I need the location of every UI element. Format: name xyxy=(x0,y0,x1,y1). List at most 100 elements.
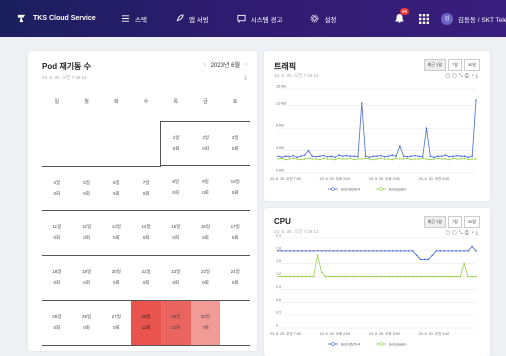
day-number: 2일 xyxy=(202,135,209,140)
day-number: 27일 xyxy=(111,314,121,319)
next-month-button[interactable]: › xyxy=(245,62,247,68)
calendar-week: 25일 0회 26일 0회 27일 0회 28일 11회 29일 22회 30일 7회 xyxy=(42,301,250,346)
data-point xyxy=(467,275,469,278)
calendar-day[interactable]: 29일 22회 xyxy=(160,301,191,345)
restart-count: 0회 xyxy=(172,190,180,195)
calendar-day[interactable]: 12일 0회 xyxy=(72,211,102,255)
y-tick-label: 0.9 xyxy=(276,285,281,289)
menu-item-app-serving[interactable]: 앱 서빙 xyxy=(175,14,209,24)
data-point xyxy=(459,155,462,157)
data-point xyxy=(320,271,323,274)
calendar-day[interactable]: 4일 0회 xyxy=(42,166,72,210)
menu-item-stack[interactable]: 스택 xyxy=(121,14,147,24)
calendar-day[interactable]: 22일 0회 xyxy=(161,256,191,300)
restart-count: 7회 xyxy=(202,325,209,330)
avatar[interactable]: 김 xyxy=(441,12,453,25)
data-point xyxy=(364,250,366,252)
month-label: 2023년 6월 xyxy=(210,63,240,69)
menu-item-settings[interactable]: 설정 xyxy=(310,14,336,24)
calendar-day[interactable]: 3일 0회 xyxy=(220,121,251,166)
data-point xyxy=(452,155,454,157)
calendar-day[interactable]: 2일 0회 xyxy=(190,121,221,166)
calendar-day[interactable]: 17일 0회 xyxy=(220,211,250,255)
data-point xyxy=(332,250,335,252)
legend-marker xyxy=(331,342,335,346)
day-number: 11일 xyxy=(52,224,62,229)
calendar-day[interactable]: 9일 0회 xyxy=(191,166,221,210)
calendar-day[interactable]: 18일 0회 xyxy=(42,256,72,300)
data-point xyxy=(427,275,430,278)
calendar-day[interactable]: 7일 0회 xyxy=(131,166,161,210)
data-point xyxy=(348,250,351,252)
day-number: 4일 xyxy=(53,180,61,185)
calendar-day[interactable]: 27일 0회 xyxy=(101,301,131,345)
calendar-day[interactable]: 24일 0회 xyxy=(220,256,250,300)
apps-grid-icon[interactable] xyxy=(419,13,429,24)
calendar-day[interactable]: 6일 0회 xyxy=(101,166,132,210)
calendar-day[interactable]: 1일 0회 xyxy=(160,121,191,166)
data-point xyxy=(421,157,424,160)
download-icon[interactable]: ⤓ xyxy=(244,75,247,82)
data-point xyxy=(402,155,405,157)
calendar-day[interactable]: 14일 0회 xyxy=(131,211,161,255)
data-point xyxy=(467,250,469,252)
prev-month-button[interactable]: ‹ xyxy=(204,62,206,68)
data-point xyxy=(297,275,299,278)
data-point xyxy=(440,158,443,160)
calendar-day[interactable]: 16일 0회 xyxy=(191,211,221,255)
calendar-day[interactable]: 30일 7회 xyxy=(190,301,221,345)
calendar-day[interactable]: 25일 0회 xyxy=(42,301,72,345)
day-number: 22일 xyxy=(171,269,181,274)
data-point xyxy=(463,157,466,160)
restart-count: 0회 xyxy=(202,280,209,285)
data-point xyxy=(435,275,438,278)
day-number: 6일 xyxy=(112,180,120,185)
calendar-empty xyxy=(220,301,250,345)
data-point xyxy=(372,275,374,278)
legend-marker xyxy=(331,187,335,191)
data-point xyxy=(307,149,310,152)
top-nav: TKS Cloud Service 스택 앱 서빙 시스템 경고 설정 99 김… xyxy=(0,0,506,37)
data-point xyxy=(467,156,470,159)
brand-logo[interactable]: TKS Cloud Service xyxy=(16,13,109,24)
data-point xyxy=(344,275,347,278)
calendar-day[interactable]: 28일 11회 xyxy=(131,301,161,345)
calendar-day[interactable]: 5일 0회 xyxy=(71,166,102,210)
menu-item-system-alert[interactable]: 시스템 경고 xyxy=(237,14,282,24)
x-tick-label: 23. 6. 29. 오후 2:00 xyxy=(320,176,351,181)
data-point xyxy=(316,250,319,252)
data-point xyxy=(475,275,477,278)
data-point xyxy=(388,275,390,278)
data-point xyxy=(368,275,370,278)
calendar-day[interactable]: 21일 0회 xyxy=(131,256,161,300)
y-tick-label: 0.6 xyxy=(276,298,281,302)
calendar-day[interactable]: 23일 0회 xyxy=(191,256,221,300)
calendar-day[interactable]: 8일 0회 xyxy=(161,166,191,210)
day-number: 20일 xyxy=(111,269,121,274)
calendar-day[interactable]: 10일 0회 xyxy=(220,166,250,210)
card-title: Pod 재기동 수 xyxy=(42,62,91,71)
x-tick-label: 23. 6. 30. 오전 4:00 xyxy=(419,176,450,181)
data-point xyxy=(475,99,477,101)
restart-count: 0회 xyxy=(112,325,120,330)
calendar-day[interactable]: 13일 0회 xyxy=(101,211,131,255)
data-point xyxy=(471,245,473,248)
calendar-day[interactable]: 26일 0회 xyxy=(72,301,102,345)
calendar-day[interactable]: 19일 0회 xyxy=(72,256,102,300)
notification-bell[interactable]: 99 xyxy=(394,8,410,24)
user-name[interactable]: 김동동 / SKT Telec xyxy=(458,14,506,24)
restart-count: 0회 xyxy=(112,280,120,285)
calendar-day[interactable]: 15일 0회 xyxy=(161,211,191,255)
data-point xyxy=(376,275,378,278)
calendar-day[interactable]: 11일 0회 xyxy=(42,211,72,255)
weekday-label: 일 xyxy=(54,99,60,105)
data-point xyxy=(406,155,409,158)
data-point xyxy=(364,275,366,278)
data-point xyxy=(427,258,430,261)
restart-count: 0회 xyxy=(53,280,61,285)
cpu-card: CPU 23. 6. 30. 오전 7:49:13 최근 1일 7일 30일 ▢… xyxy=(264,208,490,356)
data-point xyxy=(303,154,306,156)
data-point xyxy=(319,155,321,157)
calendar-day[interactable]: 20일 0회 xyxy=(101,256,131,300)
legend-label: test-0629-4 xyxy=(341,342,360,346)
